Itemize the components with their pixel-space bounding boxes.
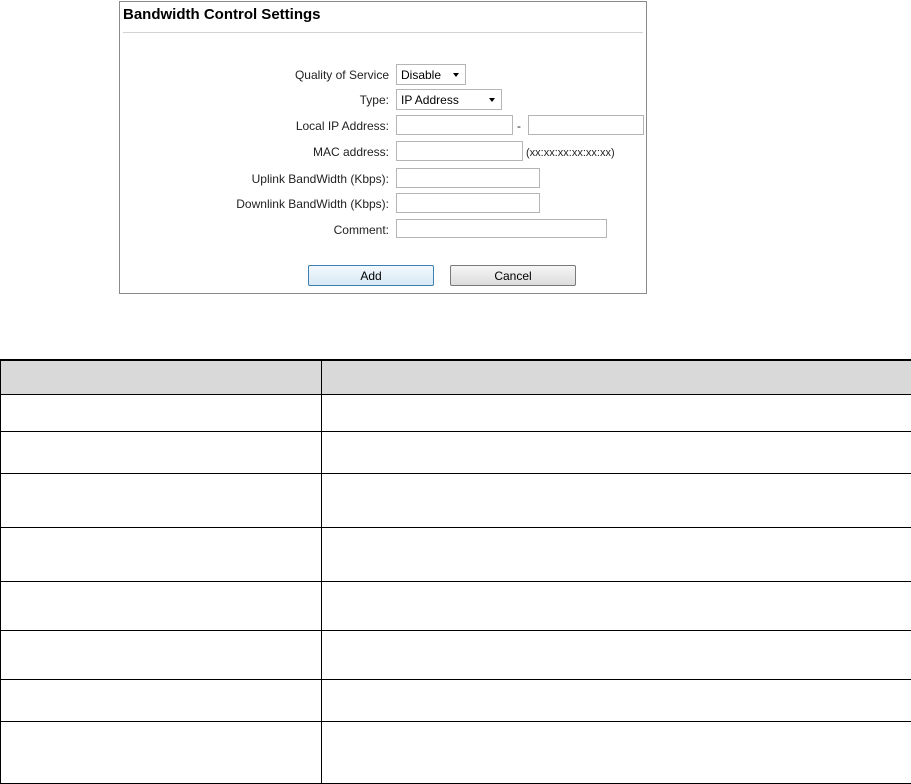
table-cell bbox=[0, 678, 322, 722]
table-row bbox=[0, 393, 911, 432]
table-cell bbox=[0, 720, 322, 784]
table-cell bbox=[0, 526, 322, 582]
ip-range-separator: - bbox=[517, 119, 521, 133]
local-ip-start-input[interactable] bbox=[396, 115, 513, 135]
bandwidth-settings-panel: Bandwidth Control Settings Quality of Se… bbox=[119, 1, 647, 294]
add-button[interactable]: Add bbox=[308, 265, 434, 286]
downlink-label: Downlink BandWidth (Kbps): bbox=[236, 197, 389, 211]
qos-select[interactable]: Disable bbox=[396, 64, 466, 85]
page: Bandwidth Control Settings Quality of Se… bbox=[0, 0, 911, 784]
chevron-down-icon bbox=[453, 73, 459, 77]
table-row bbox=[0, 430, 911, 474]
table-cell bbox=[321, 393, 911, 432]
table-cell bbox=[0, 430, 322, 474]
table-cell bbox=[321, 580, 911, 631]
table-cell bbox=[321, 526, 911, 582]
table-header-row bbox=[0, 359, 911, 395]
table-row bbox=[0, 629, 911, 680]
table-header-cell bbox=[0, 359, 322, 395]
table-cell bbox=[0, 393, 322, 432]
type-label: Type: bbox=[359, 93, 389, 107]
chevron-down-icon bbox=[489, 98, 495, 102]
table-cell bbox=[0, 580, 322, 631]
add-button-label: Add bbox=[360, 268, 382, 283]
table-row bbox=[0, 678, 911, 722]
table-cell bbox=[321, 430, 911, 474]
qos-label: Quality of Service bbox=[294, 68, 389, 82]
table-cell bbox=[321, 472, 911, 528]
mac-address-input[interactable] bbox=[396, 141, 523, 161]
type-select[interactable]: IP Address bbox=[396, 89, 502, 110]
cancel-button[interactable]: Cancel bbox=[450, 265, 576, 286]
type-select-value: IP Address bbox=[401, 92, 459, 107]
uplink-bandwidth-input[interactable] bbox=[396, 168, 540, 188]
panel-title: Bandwidth Control Settings bbox=[123, 6, 321, 23]
table-cell bbox=[321, 629, 911, 680]
uplink-label: Uplink BandWidth (Kbps): bbox=[251, 172, 389, 186]
local-ip-label: Local IP Address: bbox=[295, 119, 389, 133]
cancel-button-label: Cancel bbox=[494, 268, 532, 283]
downlink-bandwidth-input[interactable] bbox=[396, 193, 540, 213]
table-cell bbox=[0, 629, 322, 680]
table-cell bbox=[321, 720, 911, 784]
qos-select-value: Disable bbox=[401, 67, 442, 82]
title-divider bbox=[123, 32, 643, 33]
table-cell bbox=[0, 472, 322, 528]
settings-description-table bbox=[0, 359, 911, 784]
table-cell bbox=[321, 678, 911, 722]
table-row bbox=[0, 720, 911, 784]
comment-label: Comment: bbox=[333, 223, 389, 237]
table-row bbox=[0, 580, 911, 631]
table-header-cell bbox=[321, 359, 911, 395]
table-row bbox=[0, 472, 911, 528]
mac-format-hint: (xx:xx:xx:xx:xx:xx) bbox=[526, 147, 615, 159]
comment-input[interactable] bbox=[396, 219, 607, 238]
table-row bbox=[0, 526, 911, 582]
local-ip-end-input[interactable] bbox=[528, 115, 644, 135]
mac-label: MAC address: bbox=[312, 145, 389, 159]
